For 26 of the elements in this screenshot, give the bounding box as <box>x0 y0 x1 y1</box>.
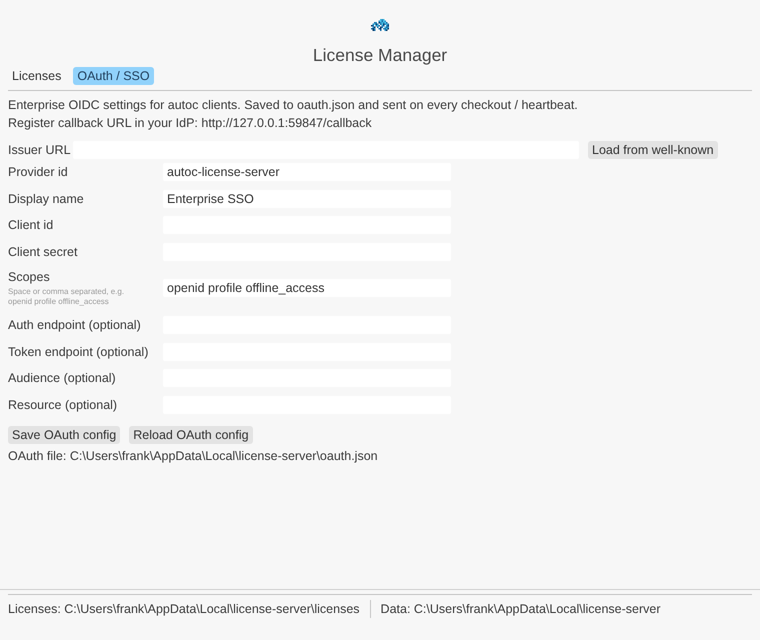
field-label: Auth endpoint (optional) <box>8 316 142 333</box>
field-label: Client secret <box>8 244 78 260</box>
hint-text: Space or comma separated, e.g. openid profile offline_access <box>8 287 126 308</box>
input-field[interactable]: openid profile offline_access <box>163 279 451 298</box>
action-button[interactable]: Reload OAuth config <box>129 426 253 444</box>
action-button[interactable]: Save OAuth config <box>8 426 120 444</box>
logo-icon <box>371 19 389 31</box>
description-text: Register callback URL in your IdP: http://127.0.0.1:59847/callback <box>8 115 373 132</box>
load-button[interactable]: Load from well-known <box>588 141 718 159</box>
input-field[interactable]: autoc-license-server <box>163 163 451 181</box>
tab[interactable]: OAuth / SSO <box>73 67 154 85</box>
field-label: Audience (optional) <box>8 370 117 386</box>
field-label: Scopes <box>8 269 51 286</box>
status-text: Data: C:\Users\frank\AppData\Local\license-server <box>380 602 661 616</box>
field-label: Token endpoint (optional) <box>8 344 150 360</box>
app-title: License Manager <box>312 44 448 66</box>
field-label: Provider id <box>8 164 69 180</box>
input-field[interactable]: Enterprise SSO <box>163 190 451 208</box>
file-path-text: OAuth file: C:\Users\frank\AppData\Local\license-server\oauth.json <box>7 448 379 465</box>
status-text: Licenses: C:\Users\frank\AppData\Local\license-server\licenses <box>8 602 360 616</box>
field-label: Resource (optional) <box>8 396 118 413</box>
field-label: Display name <box>8 190 85 207</box>
field-label: Client id <box>8 217 54 234</box>
tab[interactable]: Licenses <box>8 67 66 85</box>
field-label: Issuer URL <box>8 143 72 157</box>
description-text: Enterprise OIDC settings for autoc clients. Saved to oauth.json and sent on every checkout / heartbeat. <box>8 97 579 114</box>
